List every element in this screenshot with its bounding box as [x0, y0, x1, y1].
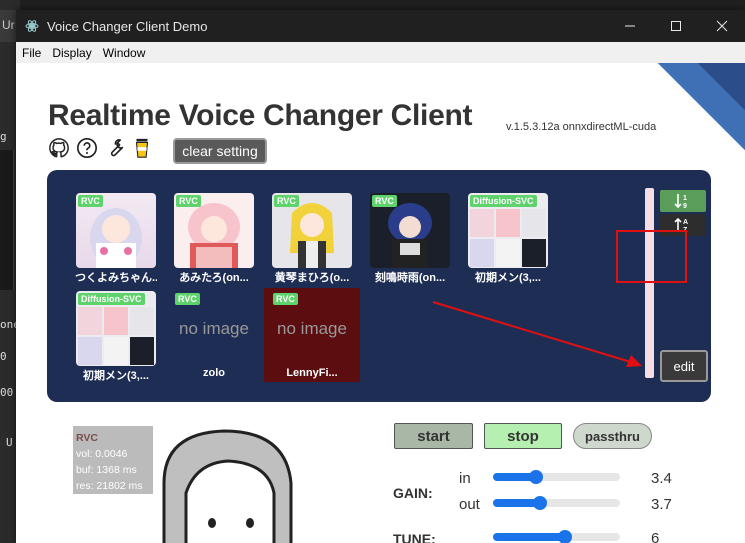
slider-thumb[interactable] — [529, 470, 543, 484]
gain-in-slider[interactable] — [493, 470, 620, 484]
stats-model-type: RVC — [76, 432, 98, 444]
maximize-button[interactable] — [653, 10, 699, 42]
menu-display[interactable]: Display — [52, 46, 91, 60]
stats-response: res: 21802 ms — [76, 480, 143, 492]
background-text: U — [6, 436, 13, 449]
background-text: 00 — [0, 386, 14, 399]
character-avatar — [162, 429, 293, 543]
stats-buffer: buf: 1368 ms — [76, 464, 137, 476]
passthru-button[interactable]: passthru — [573, 423, 652, 449]
stop-button[interactable]: stop — [484, 423, 562, 449]
menu-bar: File Display Window — [16, 42, 745, 63]
tune-slider[interactable] — [493, 530, 620, 543]
start-button[interactable]: start — [394, 423, 473, 449]
slider-thumb[interactable] — [558, 530, 572, 543]
tune-value: 6 — [651, 530, 660, 543]
minimize-button[interactable] — [607, 10, 653, 42]
gain-out-label: out — [459, 496, 480, 513]
menu-window[interactable]: Window — [103, 46, 146, 60]
menu-file[interactable]: File — [22, 46, 41, 60]
app-icon — [25, 20, 39, 32]
main-content: Realtime Voice Changer Client v.1.5.3.12… — [16, 63, 745, 543]
gain-label: GAIN: — [393, 485, 433, 501]
gain-in-value: 3.4 — [651, 470, 672, 487]
minimize-icon — [625, 25, 635, 27]
gain-out-value: 3.7 — [651, 496, 672, 513]
stats-volume: vol: 0.0046 — [76, 448, 128, 460]
slider-thumb[interactable] — [533, 496, 547, 510]
tune-label: TUNE: — [393, 531, 436, 543]
gain-out-slider[interactable] — [493, 496, 620, 510]
annotation-arrow — [432, 301, 635, 364]
app-window: Voice Changer Client Demo File Display W… — [16, 10, 745, 543]
background-panel — [0, 150, 14, 290]
background-text: g — [0, 130, 7, 143]
title-bar[interactable]: Voice Changer Client Demo — [16, 10, 745, 42]
performance-stats: RVC vol: 0.0046 buf: 1368 ms res: 21802 … — [73, 426, 153, 494]
slider-fill — [493, 533, 565, 541]
gain-in-label: in — [459, 470, 471, 487]
window-title: Voice Changer Client Demo — [47, 18, 208, 34]
maximize-icon — [671, 21, 681, 31]
background-text: 0 — [0, 350, 7, 363]
background-tab[interactable]: Ur — [0, 10, 16, 42]
close-icon — [716, 20, 728, 32]
annotation-highlight-box — [616, 230, 687, 283]
close-button[interactable] — [699, 10, 745, 42]
